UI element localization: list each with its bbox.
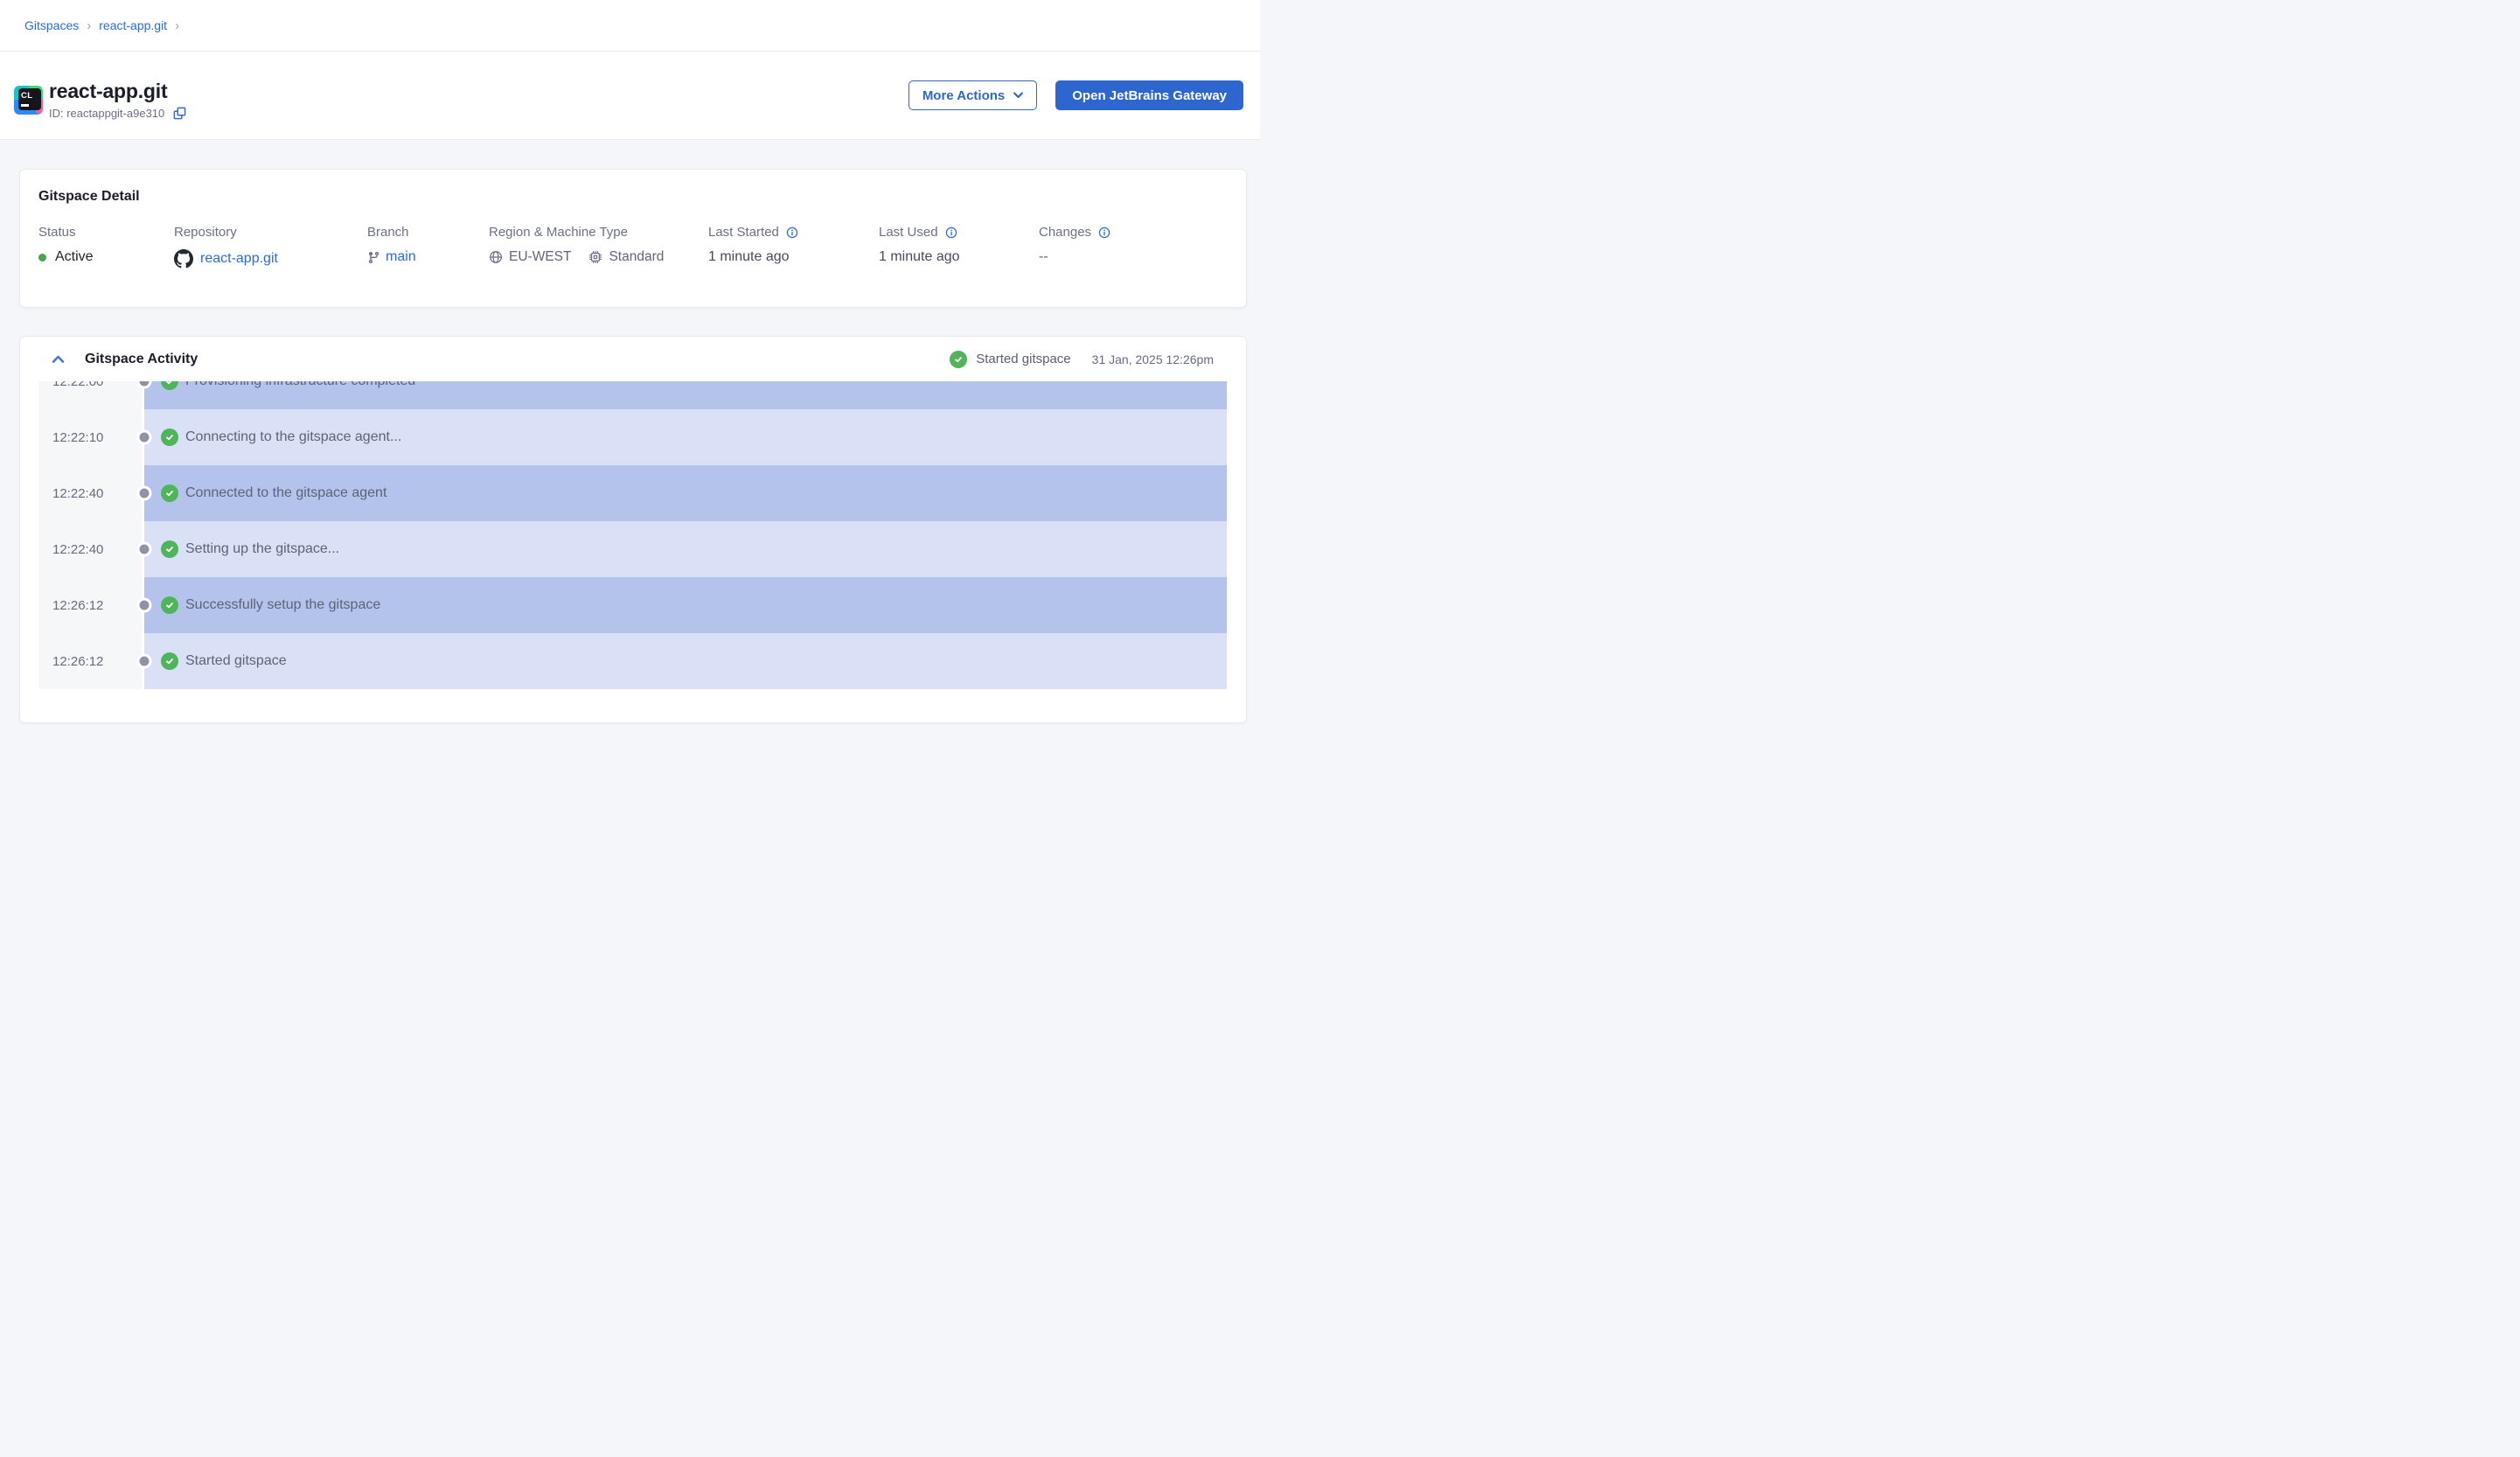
- activity-header: Gitspace Activity Started gitspace 31 Ja…: [20, 337, 1246, 381]
- detail-fields: Status Active Repository react-app.git B…: [38, 225, 1228, 268]
- log-row: 12:22:40 Setting up the gitspace...: [38, 521, 1227, 577]
- log-timestamp: 12:22:40: [38, 521, 142, 577]
- log-row: 12:22:40 Connected to the gitspace agent: [38, 465, 1227, 521]
- log-timestamp: 12:22:10: [38, 409, 142, 465]
- timeline-dot-icon: [140, 489, 150, 498]
- activity-status-time: 31 Jan, 2025 12:26pm: [1092, 352, 1214, 366]
- field-repository: Repository react-app.git: [174, 225, 367, 268]
- log-message: Setting up the gitspace...: [185, 541, 339, 557]
- clion-logo-label: CL: [18, 88, 41, 110]
- log-row: 12:26:12 Successfully setup the gitspace: [38, 577, 1227, 633]
- activity-status-label: Started gitspace: [976, 352, 1070, 366]
- github-icon: [174, 249, 193, 268]
- field-last-started: Last Started 1 minute ago: [708, 225, 879, 268]
- check-circle-icon: [161, 381, 178, 390]
- gitspace-activity-card: Gitspace Activity Started gitspace 31 Ja…: [19, 336, 1247, 723]
- breadcrumb-gitspaces[interactable]: Gitspaces: [24, 18, 79, 32]
- branch-link[interactable]: main: [386, 249, 416, 265]
- last-used-value: 1 minute ago: [879, 249, 1039, 265]
- field-last-used: Last Used 1 minute ago: [879, 225, 1039, 268]
- timeline-dot-icon: [140, 601, 150, 610]
- gitspace-detail-card: Gitspace Detail Status Active Repository…: [19, 169, 1247, 308]
- info-icon[interactable]: [945, 227, 957, 239]
- check-circle-icon: [950, 351, 967, 368]
- changes-label: Changes: [1039, 225, 1091, 240]
- info-icon[interactable]: [786, 227, 798, 239]
- log-timestamp: 12:26:12: [38, 633, 142, 689]
- repository-label: Repository: [174, 225, 367, 240]
- region-value: EU-WEST: [509, 249, 571, 265]
- activity-log: 12:22:00 Provisioning infrastructure com…: [38, 381, 1227, 689]
- activity-log-viewport[interactable]: 12:22:00 Provisioning infrastructure com…: [38, 381, 1227, 722]
- timeline-dot-icon: [140, 545, 150, 554]
- log-message: Connecting to the gitspace agent...: [185, 429, 401, 445]
- timeline-dot-icon: [140, 381, 150, 387]
- log-timestamp: 12:22:00: [38, 381, 142, 409]
- detail-card-heading: Gitspace Detail: [38, 189, 1228, 205]
- check-circle-icon: [161, 540, 178, 558]
- activity-title: Gitspace Activity: [85, 352, 198, 367]
- last-started-label: Last Started: [708, 225, 779, 240]
- info-icon[interactable]: [1098, 227, 1110, 239]
- check-circle-icon: [161, 652, 178, 670]
- page-header: CL react-app.git ID: reactappgit-a9e310 …: [0, 52, 1260, 140]
- globe-icon: [489, 250, 503, 264]
- more-actions-button[interactable]: More Actions: [908, 80, 1037, 110]
- timeline-dot-icon: [140, 657, 150, 666]
- log-message: Provisioning infrastructure completed: [185, 381, 415, 389]
- log-message: Successfully setup the gitspace: [185, 597, 380, 613]
- last-started-value: 1 minute ago: [708, 249, 879, 265]
- page-title: react-app.git: [49, 80, 186, 104]
- status-value: Active: [55, 249, 94, 265]
- log-timestamp: 12:26:12: [38, 577, 142, 633]
- more-actions-label: More Actions: [922, 88, 1005, 103]
- field-status: Status Active: [38, 225, 174, 268]
- log-timestamp: 12:22:40: [38, 465, 142, 521]
- check-circle-icon: [161, 485, 178, 502]
- check-circle-icon: [161, 596, 178, 614]
- breadcrumb-bar: Gitspaces › react-app.git ›: [0, 0, 1260, 52]
- region-machine-label: Region & Machine Type: [489, 225, 708, 240]
- field-region-machine: Region & Machine Type EU-WEST Standard: [489, 225, 708, 268]
- changes-value: --: [1039, 249, 1110, 265]
- open-jetbrains-gateway-button[interactable]: Open JetBrains Gateway: [1055, 80, 1243, 110]
- branch-label: Branch: [367, 225, 489, 240]
- repository-link[interactable]: react-app.git: [200, 251, 278, 267]
- clion-logo-icon: CL: [14, 86, 43, 115]
- log-message: Connected to the gitspace agent: [185, 485, 386, 501]
- timeline-dot-icon: [140, 433, 150, 443]
- machine-icon: [588, 250, 602, 264]
- breadcrumb-react-app[interactable]: react-app.git: [99, 18, 167, 32]
- copy-icon[interactable]: [173, 107, 186, 120]
- chevron-down-icon: [1013, 92, 1023, 99]
- header-actions: More Actions Open JetBrains Gateway: [908, 80, 1243, 110]
- machine-group: Standard: [588, 249, 664, 265]
- field-changes: Changes --: [1039, 225, 1110, 268]
- chevron-up-icon[interactable]: [52, 354, 65, 364]
- git-branch-icon: [367, 251, 380, 264]
- check-circle-icon: [161, 429, 178, 446]
- gitspace-id-row: ID: reactappgit-a9e310: [49, 107, 186, 120]
- machine-value: Standard: [609, 249, 664, 265]
- log-message: Started gitspace: [185, 653, 287, 669]
- last-used-label: Last Used: [879, 225, 938, 240]
- chevron-right-icon: ›: [87, 18, 91, 33]
- chevron-right-icon: ›: [175, 18, 179, 33]
- field-branch: Branch main: [367, 225, 489, 268]
- status-dot-icon: [38, 254, 46, 261]
- log-row: 12:22:10 Connecting to the gitspace agen…: [38, 409, 1227, 465]
- log-row: 12:22:00 Provisioning infrastructure com…: [38, 381, 1227, 409]
- activity-status: Started gitspace 31 Jan, 2025 12:26pm: [950, 351, 1214, 368]
- log-row: 12:26:12 Started gitspace: [38, 633, 1227, 689]
- title-group: CL react-app.git ID: reactappgit-a9e310: [14, 80, 186, 120]
- title-block: react-app.git ID: reactappgit-a9e310: [49, 80, 186, 120]
- status-label: Status: [38, 225, 174, 240]
- gitspace-id: ID: reactappgit-a9e310: [49, 107, 164, 120]
